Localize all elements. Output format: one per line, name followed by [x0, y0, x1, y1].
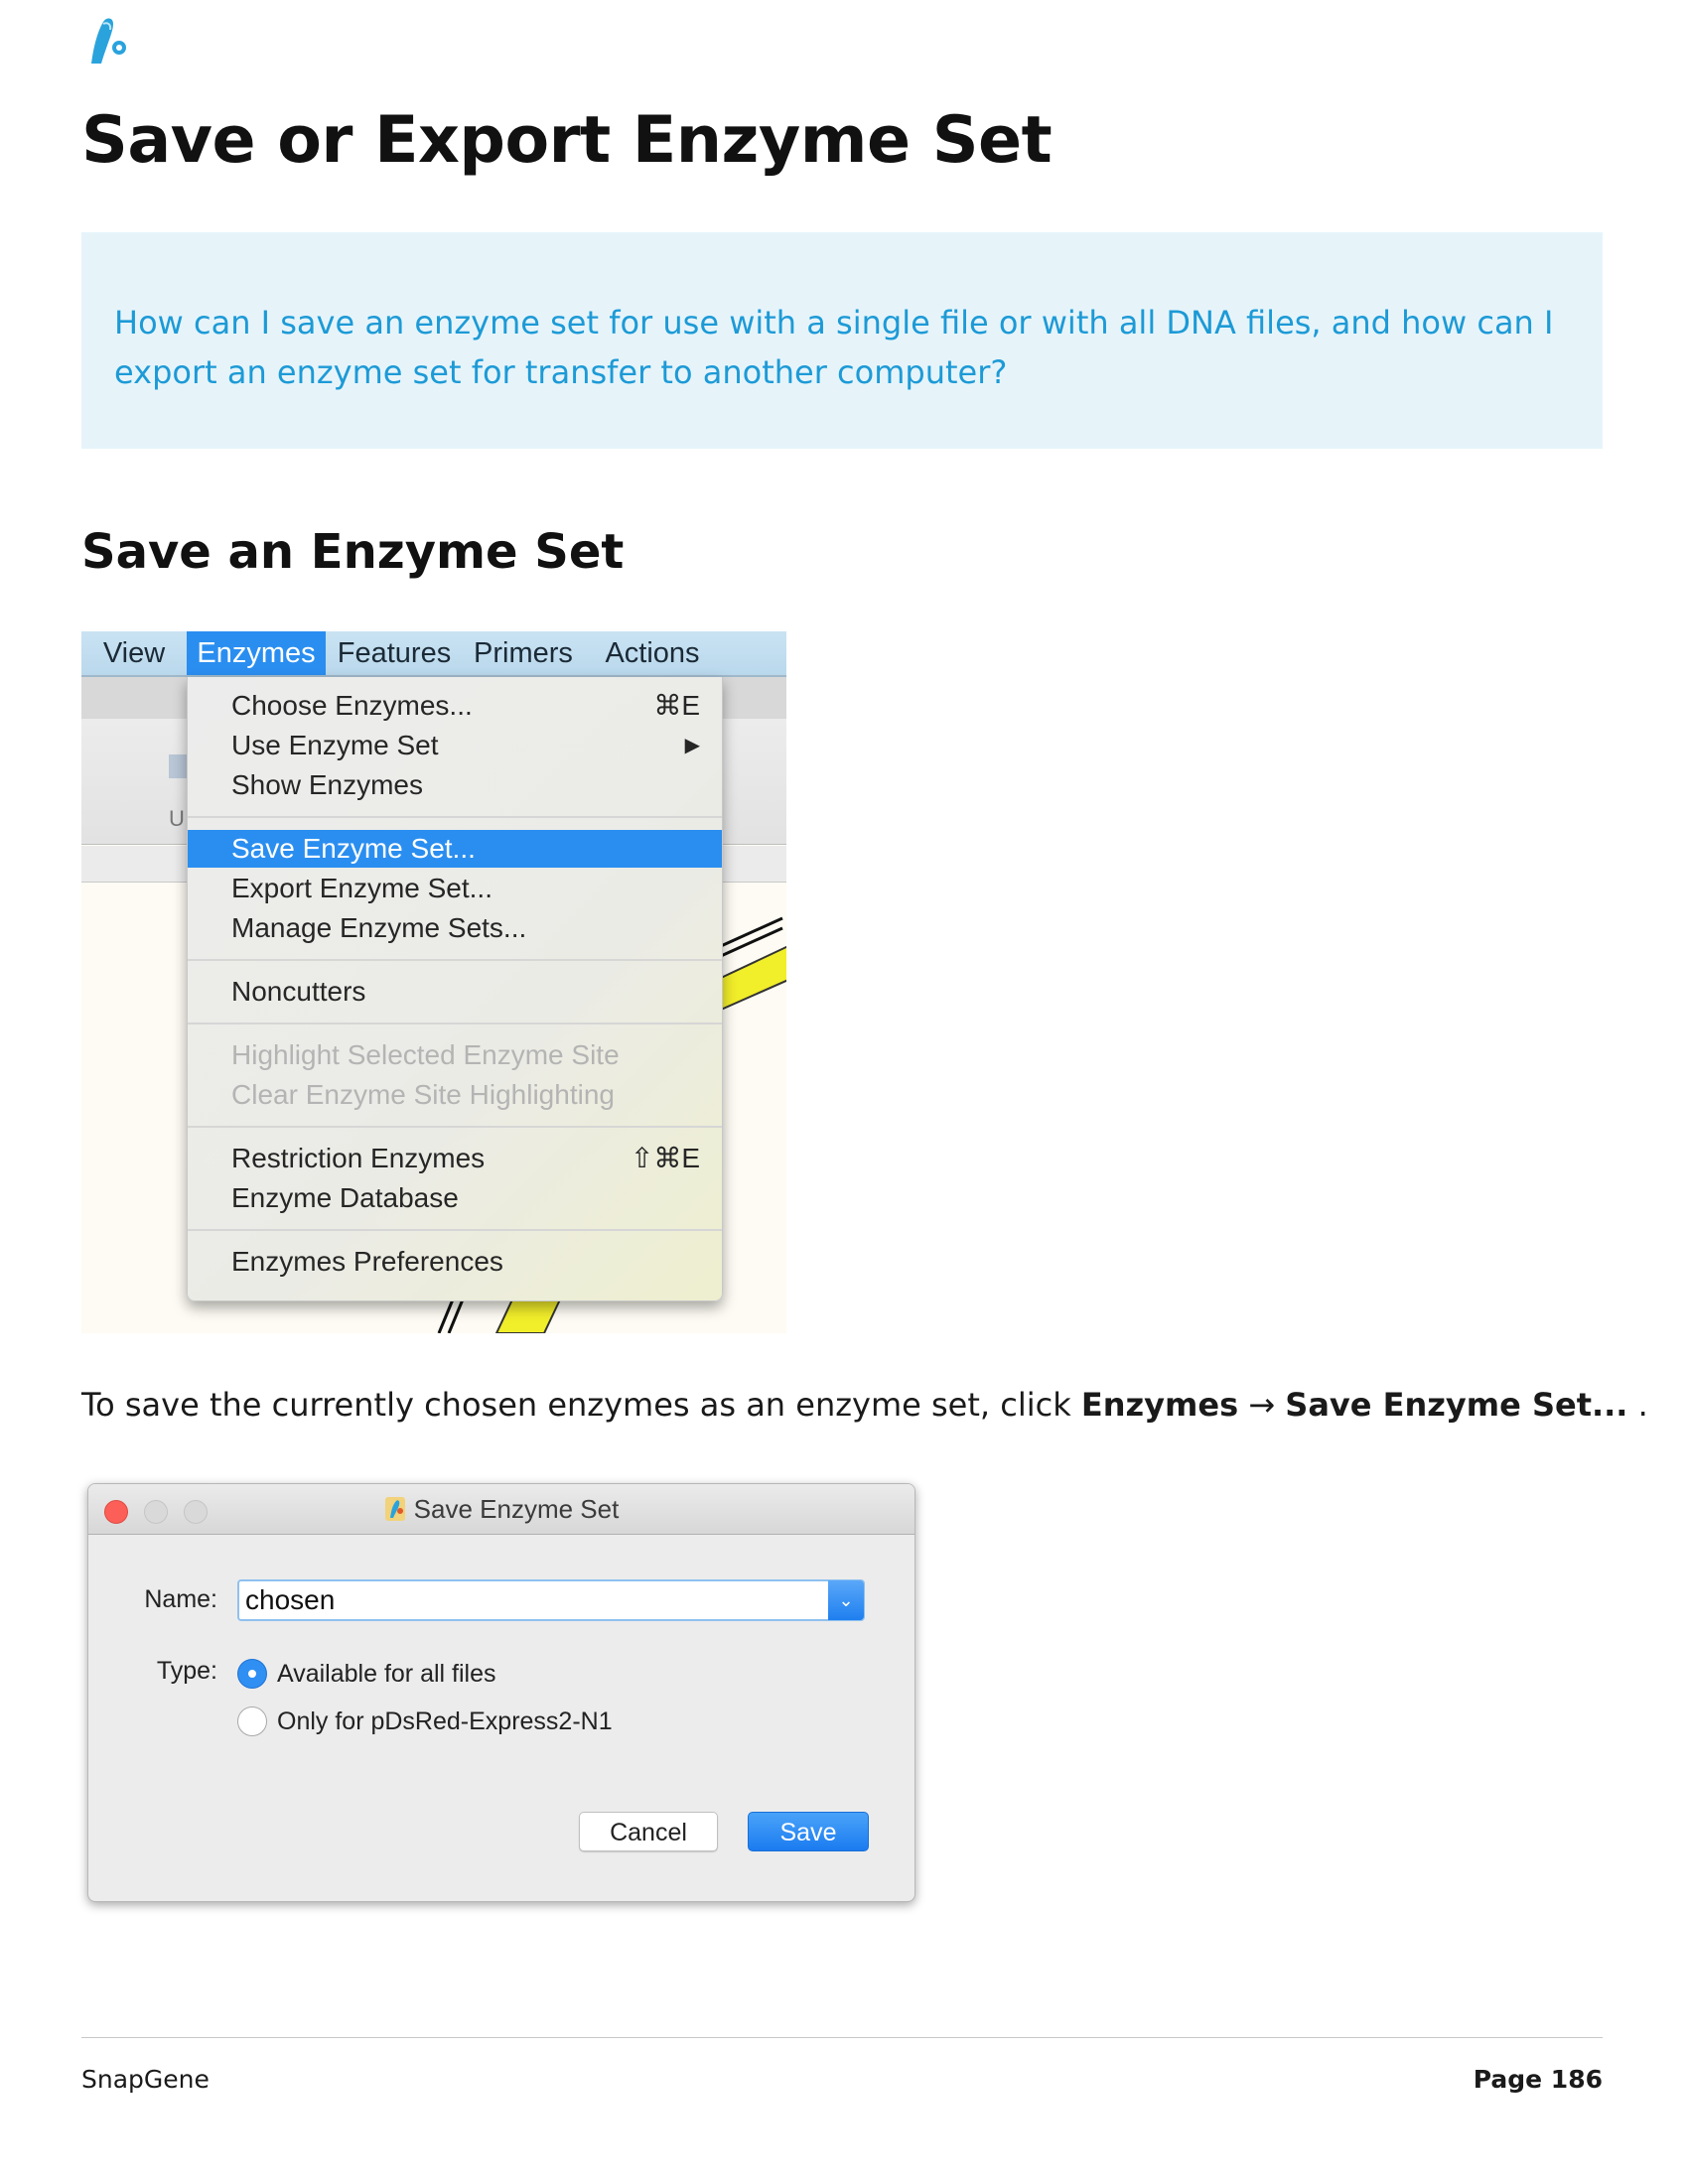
instruction-arrow: → [1248, 1386, 1276, 1424]
menu-item-save-enzyme-set[interactable]: Save Enzyme Set... [188, 830, 722, 868]
toolbar-icon [169, 754, 187, 778]
menu-item-label: Enzyme Database [231, 1182, 459, 1213]
save-enzyme-set-dialog: Save Enzyme Set Name: chosen ⌄ Type: Ava… [87, 1483, 915, 1902]
enzymes-menu-screenshot: View Enzymes Features Primers Actions U … [81, 631, 786, 1333]
snapgene-logo-icon [91, 18, 126, 64]
dialog-title: Save Enzyme Set [88, 1484, 914, 1534]
menubar-item[interactable]: Primers [463, 631, 584, 675]
menubar-item[interactable]: Actions [584, 631, 721, 675]
menu-item-manage-enzyme-sets[interactable]: Manage Enzyme Sets... [188, 909, 722, 947]
menu-bar: View Enzymes Features Primers Actions [81, 631, 786, 677]
menu-separator [188, 1126, 722, 1128]
menu-item-clear-site-highlighting: Clear Enzyme Site Highlighting [188, 1076, 722, 1114]
chevron-down-icon[interactable]: ⌄ [828, 1580, 864, 1620]
menu-item-highlight-selected-site: Highlight Selected Enzyme Site [188, 1036, 722, 1074]
menu-separator [188, 959, 722, 961]
menu-separator [188, 1023, 722, 1024]
footer-brand: SnapGene [81, 2065, 210, 2094]
dialog-titlebar: Save Enzyme Set [88, 1484, 914, 1535]
instruction-suffix: . [1627, 1386, 1648, 1424]
question-callout: How can I save an enzyme set for use wit… [81, 232, 1603, 449]
type-label: Type: [156, 1657, 217, 1685]
menu-item-shortcut: ⌘E [653, 690, 700, 721]
menu-item-label: Show Enzymes [231, 769, 423, 800]
name-label: Name: [144, 1585, 217, 1613]
page-number: Page 186 [1473, 2065, 1603, 2094]
menu-item-label: Manage Enzyme Sets... [231, 912, 527, 943]
radio-unselected-icon[interactable] [237, 1706, 267, 1736]
instruction-menu: Enzymes [1080, 1386, 1239, 1424]
menu-item-label: Noncutters [231, 976, 366, 1007]
menu-item-label: Restriction Enzymes [231, 1143, 486, 1173]
menu-item-label: Export Enzyme Set... [231, 873, 492, 903]
menu-item-use-enzyme-set[interactable]: Use Enzyme Set ▶ [188, 727, 722, 764]
callout-text: How can I save an enzyme set for use wit… [114, 304, 1554, 391]
footer-divider [81, 2037, 1603, 2038]
menu-item-label: Clear Enzyme Site Highlighting [231, 1079, 615, 1110]
snapgene-app-icon [384, 1497, 405, 1521]
submenu-arrow-icon: ▶ [684, 735, 700, 756]
enzymes-dropdown-menu: Choose Enzymes... ⌘E Use Enzyme Set ▶ Sh… [187, 677, 723, 1301]
menu-item-label: Use Enzyme Set [231, 730, 439, 760]
toolbar-label: U [169, 806, 185, 831]
instruction-prefix: To save the currently chosen enzymes as … [81, 1386, 1081, 1424]
section-heading: Save an Enzyme Set [81, 524, 625, 580]
save-button[interactable]: Save [748, 1812, 869, 1851]
menubar-item[interactable]: View [81, 631, 187, 675]
menu-item-shortcut: ⇧⌘E [630, 1143, 700, 1173]
menu-item-show-enzymes[interactable]: Show Enzymes [188, 766, 722, 804]
radio-selected-icon[interactable] [237, 1659, 267, 1689]
menu-item-label: Highlight Selected Enzyme Site [231, 1039, 620, 1070]
menu-item-noncutters[interactable]: Noncutters [188, 973, 722, 1011]
menu-item-enzymes-preferences[interactable]: Enzymes Preferences [188, 1243, 722, 1281]
menu-item-choose-enzymes[interactable]: Choose Enzymes... ⌘E [188, 687, 722, 725]
menu-item-label: Choose Enzymes... [231, 690, 473, 721]
radio-label: Available for all files [277, 1660, 496, 1688]
name-combobox[interactable]: chosen ⌄ [237, 1579, 865, 1621]
menubar-item-active[interactable]: Enzymes [187, 631, 326, 675]
menu-item-restriction-enzymes[interactable]: Restriction Enzymes ⇧⌘E [188, 1140, 722, 1177]
name-input-value[interactable]: chosen [245, 1581, 335, 1619]
menubar-item[interactable]: Features [326, 631, 463, 675]
radio-label: Only for pDsRed-Express2-N1 [277, 1707, 613, 1735]
instruction-item: Save Enzyme Set... [1285, 1386, 1628, 1424]
dialog-title-text: Save Enzyme Set [413, 1494, 620, 1524]
menu-separator [188, 1229, 722, 1231]
menu-item-label: Save Enzyme Set... [231, 833, 476, 864]
menu-item-label: Enzymes Preferences [231, 1246, 503, 1277]
menu-separator [188, 816, 722, 818]
instruction-text: To save the currently chosen enzymes as … [81, 1386, 1648, 1424]
cancel-button[interactable]: Cancel [579, 1812, 718, 1851]
menu-item-export-enzyme-set[interactable]: Export Enzyme Set... [188, 870, 722, 907]
menu-item-enzyme-database[interactable]: Enzyme Database [188, 1179, 722, 1217]
page-title: Save or Export Enzyme Set [81, 103, 1053, 178]
